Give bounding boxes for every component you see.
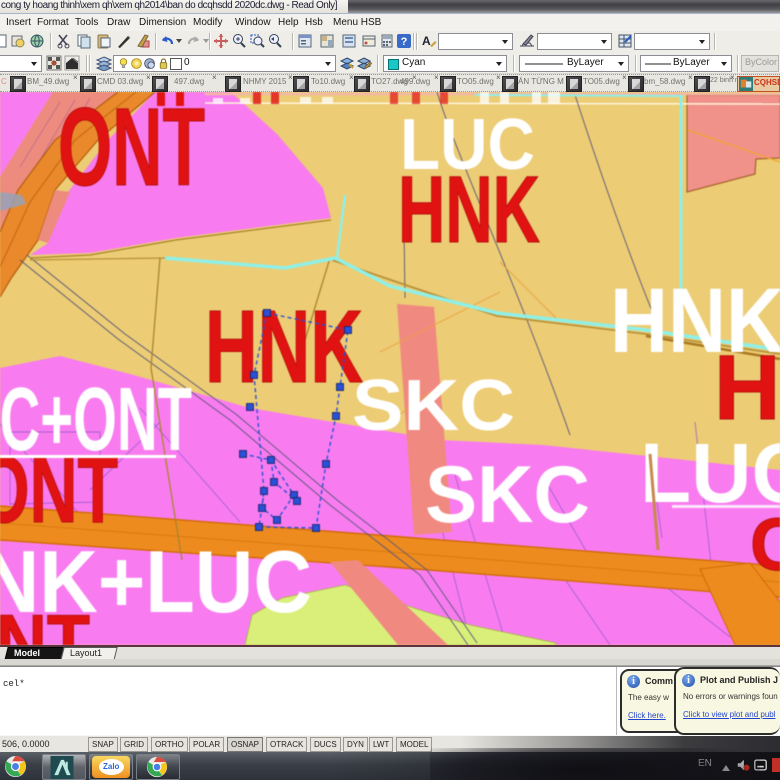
svg-text:?: ? xyxy=(401,36,408,48)
svg-text:ONT: ONT xyxy=(58,92,205,209)
svg-text:ONT: ONT xyxy=(0,437,118,543)
svg-text:C: C xyxy=(750,503,780,586)
svg-text:HNK: HNK xyxy=(398,157,540,263)
svg-text:H: H xyxy=(714,337,780,439)
svg-text:A: A xyxy=(422,34,431,48)
svg-text:SKC: SKC xyxy=(352,366,515,446)
svg-text:NT: NT xyxy=(0,598,90,645)
svg-text:SKC: SKC xyxy=(425,450,590,540)
